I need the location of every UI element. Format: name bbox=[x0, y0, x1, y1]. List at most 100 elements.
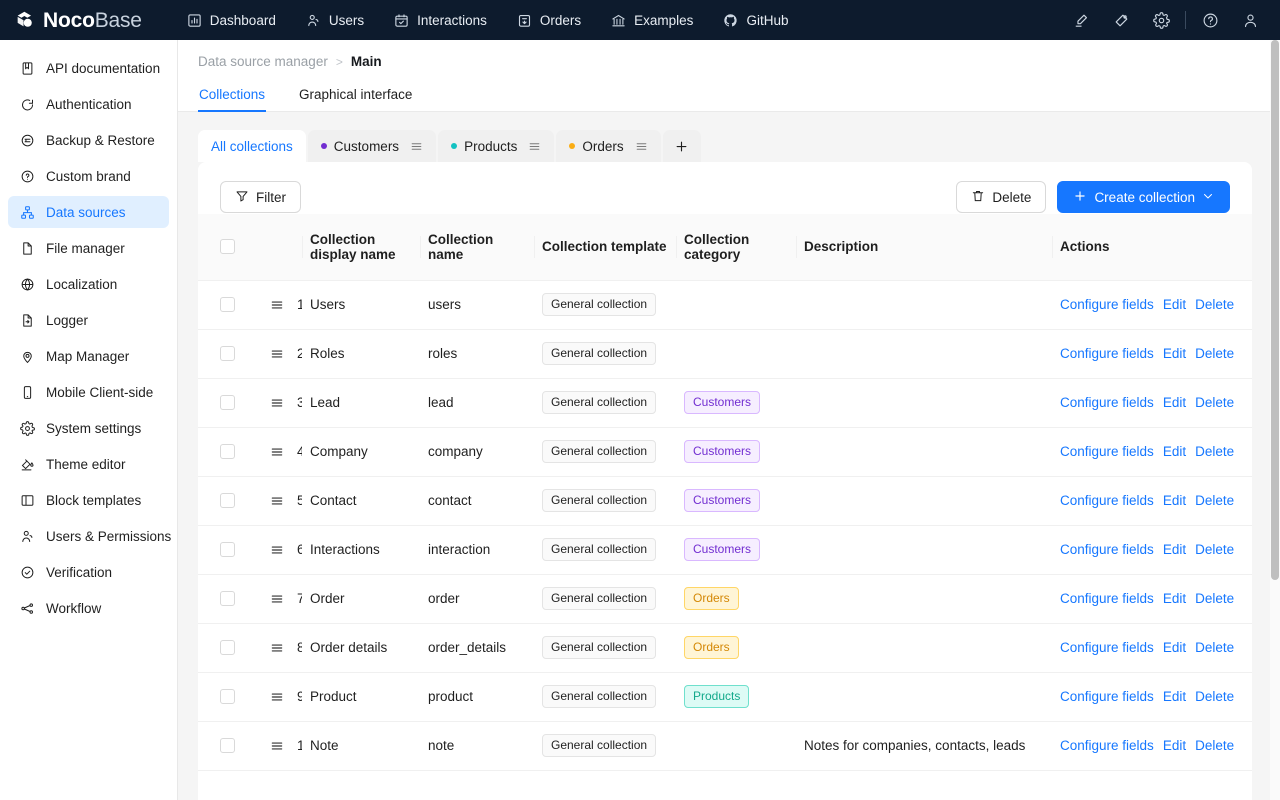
drag-handle-icon[interactable] bbox=[270, 445, 284, 459]
tab-graphical-interface[interactable]: Graphical interface bbox=[298, 81, 413, 111]
sidebar-item-logger[interactable]: Logger bbox=[8, 304, 169, 336]
edit-link[interactable]: Edit bbox=[1163, 542, 1186, 557]
tab-menu-icon[interactable] bbox=[528, 140, 541, 153]
configure-fields-link[interactable]: Configure fields bbox=[1060, 640, 1154, 655]
row-drag-cell: 3 bbox=[256, 378, 302, 427]
sidebar-item-custom-brand[interactable]: Custom brand bbox=[8, 160, 169, 192]
nav-item-interactions[interactable]: Interactions bbox=[379, 0, 502, 40]
configure-fields-link[interactable]: Configure fields bbox=[1060, 591, 1154, 606]
edit-link[interactable]: Edit bbox=[1163, 591, 1186, 606]
configure-fields-link[interactable]: Configure fields bbox=[1060, 738, 1154, 753]
edit-link[interactable]: Edit bbox=[1163, 640, 1186, 655]
configure-fields-link[interactable]: Configure fields bbox=[1060, 542, 1154, 557]
row-checkbox[interactable] bbox=[220, 444, 235, 459]
edit-link[interactable]: Edit bbox=[1163, 493, 1186, 508]
row-checkbox[interactable] bbox=[220, 689, 235, 704]
row-checkbox[interactable] bbox=[220, 542, 235, 557]
collection-tab-customers[interactable]: Customers bbox=[308, 130, 436, 162]
tab-menu-icon[interactable] bbox=[635, 140, 648, 153]
nav-item-orders[interactable]: Orders bbox=[502, 0, 596, 40]
sidebar-item-backup-restore[interactable]: Backup & Restore bbox=[8, 124, 169, 156]
nav-item-examples[interactable]: Examples bbox=[596, 0, 708, 40]
edit-link[interactable]: Edit bbox=[1163, 346, 1186, 361]
delete-link[interactable]: Delete bbox=[1195, 542, 1234, 557]
row-checkbox[interactable] bbox=[220, 493, 235, 508]
sidebar-item-mobile-client-side[interactable]: Mobile Client-side bbox=[8, 376, 169, 408]
gear-icon[interactable] bbox=[1141, 0, 1181, 40]
breadcrumb-parent[interactable]: Data source manager bbox=[198, 54, 328, 69]
drag-handle-icon[interactable] bbox=[270, 592, 284, 606]
brand-logo-home-link[interactable]: NocoBase bbox=[0, 0, 148, 40]
configure-fields-link[interactable]: Configure fields bbox=[1060, 444, 1154, 459]
delete-link[interactable]: Delete bbox=[1195, 689, 1234, 704]
delete-link[interactable]: Delete bbox=[1195, 395, 1234, 410]
sidebar-item-map-manager[interactable]: Map Manager bbox=[8, 340, 169, 372]
drag-handle-icon[interactable] bbox=[270, 347, 284, 361]
drag-handle-icon[interactable] bbox=[270, 396, 284, 410]
drag-handle-icon[interactable] bbox=[270, 641, 284, 655]
delete-link[interactable]: Delete bbox=[1195, 297, 1234, 312]
delete-link[interactable]: Delete bbox=[1195, 444, 1234, 459]
scrollbar-thumb[interactable] bbox=[1271, 40, 1279, 580]
sidebar-item-label: Workflow bbox=[46, 601, 101, 616]
table-head: Collection display name Collection name … bbox=[198, 214, 1252, 280]
row-checkbox[interactable] bbox=[220, 297, 235, 312]
row-checkbox[interactable] bbox=[220, 640, 235, 655]
row-checkbox[interactable] bbox=[220, 591, 235, 606]
delete-link[interactable]: Delete bbox=[1195, 591, 1234, 606]
add-collection-tab-button[interactable] bbox=[663, 130, 701, 162]
edit-link[interactable]: Edit bbox=[1163, 297, 1186, 312]
help-circle-icon[interactable] bbox=[1190, 0, 1230, 40]
sidebar-item-data-sources[interactable]: Data sources bbox=[8, 196, 169, 228]
nav-item-github[interactable]: GitHub bbox=[708, 0, 803, 40]
highlighter-icon[interactable] bbox=[1061, 0, 1101, 40]
drag-handle-icon[interactable] bbox=[270, 298, 284, 312]
collection-tab-all-collections[interactable]: All collections bbox=[198, 130, 306, 162]
create-collection-button[interactable]: Create collection bbox=[1057, 181, 1230, 213]
sidebar-item-workflow[interactable]: Workflow bbox=[8, 592, 169, 624]
collection-tab-products[interactable]: Products bbox=[438, 130, 554, 162]
configure-fields-link[interactable]: Configure fields bbox=[1060, 297, 1154, 312]
sidebar-item-block-templates[interactable]: Block templates bbox=[8, 484, 169, 516]
configure-fields-link[interactable]: Configure fields bbox=[1060, 493, 1154, 508]
row-checkbox[interactable] bbox=[220, 395, 235, 410]
delete-link[interactable]: Delete bbox=[1195, 738, 1234, 753]
vertical-scrollbar[interactable] bbox=[1270, 40, 1280, 800]
drag-handle-icon[interactable] bbox=[270, 543, 284, 557]
user-avatar-icon[interactable] bbox=[1230, 0, 1270, 40]
plugin-pen-icon[interactable] bbox=[1101, 0, 1141, 40]
sidebar-item-system-settings[interactable]: System settings bbox=[8, 412, 169, 444]
tab-menu-icon[interactable] bbox=[410, 140, 423, 153]
edit-link[interactable]: Edit bbox=[1163, 395, 1186, 410]
nav-item-users[interactable]: Users bbox=[291, 0, 379, 40]
filter-button[interactable]: Filter bbox=[220, 181, 301, 213]
delete-link[interactable]: Delete bbox=[1195, 640, 1234, 655]
drag-handle-icon[interactable] bbox=[270, 494, 284, 508]
sidebar-item-verification[interactable]: Verification bbox=[8, 556, 169, 588]
nav-item-dashboard[interactable]: Dashboard bbox=[172, 0, 291, 40]
delete-link[interactable]: Delete bbox=[1195, 493, 1234, 508]
row-checkbox[interactable] bbox=[220, 738, 235, 753]
configure-fields-link[interactable]: Configure fields bbox=[1060, 395, 1154, 410]
configure-fields-link[interactable]: Configure fields bbox=[1060, 346, 1154, 361]
sidebar-item-api-documentation[interactable]: API documentation bbox=[8, 52, 169, 84]
sidebar-item-users-permissions[interactable]: Users & Permissions bbox=[8, 520, 169, 552]
sidebar-item-theme-editor[interactable]: Theme editor bbox=[8, 448, 169, 480]
edit-link[interactable]: Edit bbox=[1163, 689, 1186, 704]
delete-link[interactable]: Delete bbox=[1195, 346, 1234, 361]
tab-collections[interactable]: Collections bbox=[198, 81, 266, 111]
collection-tab-label: Orders bbox=[582, 139, 623, 154]
drag-handle-icon[interactable] bbox=[270, 690, 284, 704]
sidebar-item-localization[interactable]: Localization bbox=[8, 268, 169, 300]
row-checkbox[interactable] bbox=[220, 346, 235, 361]
drag-handle-icon[interactable] bbox=[270, 739, 284, 753]
edit-link[interactable]: Edit bbox=[1163, 444, 1186, 459]
configure-fields-link[interactable]: Configure fields bbox=[1060, 689, 1154, 704]
row-select-cell bbox=[198, 476, 256, 525]
edit-link[interactable]: Edit bbox=[1163, 738, 1186, 753]
sidebar-item-authentication[interactable]: Authentication bbox=[8, 88, 169, 120]
select-all-checkbox[interactable] bbox=[220, 239, 235, 254]
delete-button[interactable]: Delete bbox=[956, 181, 1046, 213]
sidebar-item-file-manager[interactable]: File manager bbox=[8, 232, 169, 264]
collection-tab-orders[interactable]: Orders bbox=[556, 130, 660, 162]
